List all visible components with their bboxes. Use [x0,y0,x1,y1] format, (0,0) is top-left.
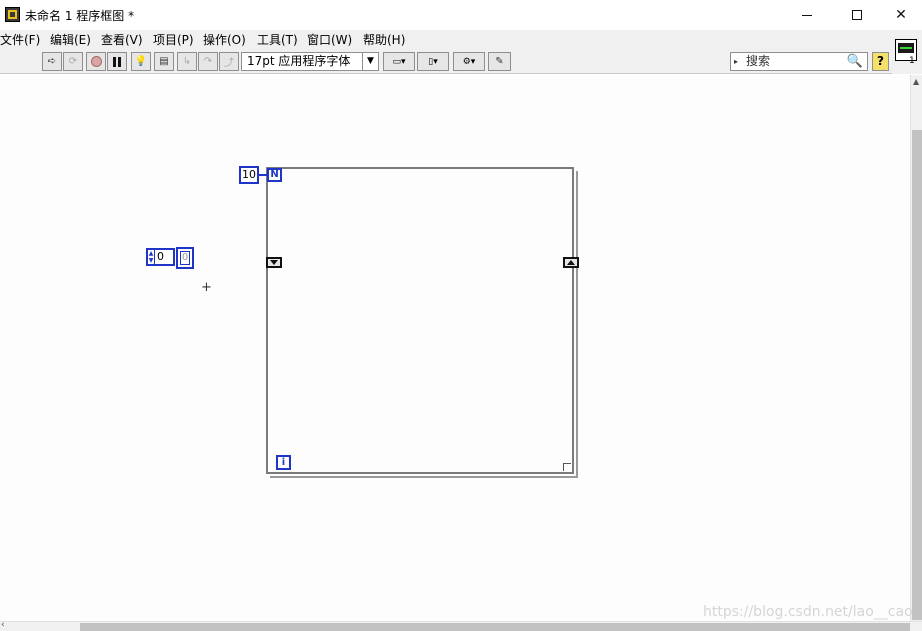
distribute-objects-button[interactable]: ▯▾ [417,52,449,71]
step-out-button[interactable]: ⤴ [219,52,239,71]
crosshair-cursor-icon: + [201,280,212,295]
context-help-button[interactable]: ? [872,52,889,71]
run-continuously-button[interactable]: ⟳ [63,52,83,71]
font-select[interactable]: 17pt 应用程序字体 ▼ [241,52,379,71]
distribute-icon: ▯▾ [428,56,438,67]
search-icon[interactable]: 🔍 [847,53,863,70]
menu-view[interactable]: 查看(V) [101,31,143,48]
stop-icon [90,56,102,67]
step-into-button[interactable]: ↳ [177,52,197,71]
vi-icon-panel: 1 [892,30,922,74]
menu-operate[interactable]: 操作(O) [203,31,246,48]
search-input[interactable]: ▸ 搜索 🔍 [730,52,868,71]
shift-register-up-arrow-icon [567,260,575,265]
align-icon: ▭▾ [392,56,406,67]
numeric-control-value: 0 [157,250,164,263]
numeric-indicator[interactable]: 0 [176,247,194,269]
pause-icon [113,56,121,67]
shift-register-right[interactable] [563,257,579,268]
run-arrow-icon: ➪ [47,56,57,67]
probe-icon: ▤ [159,56,169,67]
run-continuously-icon: ⟳ [68,56,78,67]
reorder-button[interactable]: ⚙▾ [453,52,485,71]
count-wire[interactable] [259,174,267,176]
numeric-control[interactable]: ▲ ▼ 0 [146,248,175,266]
run-button[interactable]: ➪ [42,52,62,71]
shift-register-down-arrow-icon [270,260,278,265]
abort-button[interactable] [86,52,106,71]
iteration-terminal[interactable]: i [276,455,291,470]
align-objects-button[interactable]: ▭▾ [383,52,415,71]
watermark-text: https://blog.csdn.net/lao__cao [703,604,913,620]
font-select-value: 17pt 应用程序字体 [247,54,351,68]
clean-up-diagram-button[interactable]: ✎ [488,52,511,71]
scroll-up-icon[interactable]: ▲ [913,77,919,86]
menu-help[interactable]: 帮助(H) [363,31,405,48]
count-terminal[interactable]: N [267,168,282,182]
menu-bar: 文件(F) 编辑(E) 查看(V) 项目(P) 操作(O) 工具(T) 窗口(W… [0,30,892,48]
close-icon: ✕ [895,7,907,23]
scroll-left-icon[interactable]: ‹ [1,620,5,630]
lightbulb-icon: 💡 [134,56,148,67]
toolbar: ➪ ⟳ 💡 ▤ ↳ ↷ ⤴ 17pt 应用程序字体 ▼ ▭▾ ▯▾ ⚙▾ ✎ ▸… [0,48,892,74]
horizontal-scrollbar[interactable]: ‹ [0,620,922,631]
close-button[interactable]: ✕ [878,0,922,30]
search-scope-icon[interactable]: ▸ [734,53,738,70]
waveform-icon [898,43,914,53]
labview-app-icon[interactable] [5,7,20,22]
numeric-indicator-value: 0 [180,251,190,265]
window-title: 未命名 1 程序框图 * [25,9,135,23]
menu-project[interactable]: 项目(P) [153,31,194,48]
shift-register-left[interactable] [266,257,282,268]
highlight-execution-button[interactable]: 💡 [131,52,151,71]
loop-count-constant[interactable]: 10 [239,166,259,184]
maximize-icon [852,10,862,20]
vertical-scrollbar[interactable]: ▲ [910,75,922,621]
vertical-scroll-thumb[interactable] [912,130,922,620]
pause-button[interactable] [107,52,127,71]
search-placeholder: 搜索 [746,54,771,68]
connector-count: 1 [909,56,915,66]
menu-tools[interactable]: 工具(T) [257,31,298,48]
step-over-button[interactable]: ↷ [198,52,218,71]
retain-wire-values-button[interactable]: ▤ [154,52,174,71]
minimize-icon [802,14,812,16]
maximize-button[interactable] [834,0,880,30]
horizontal-scroll-thumb[interactable] [80,623,910,631]
minimize-button[interactable] [784,0,830,30]
clean-up-icon: ✎ [495,56,504,67]
menu-window[interactable]: 窗口(W) [307,31,352,48]
step-out-icon: ⤴ [224,58,234,69]
title-bar: 未命名 1 程序框图 * ✕ [0,0,922,30]
menu-edit[interactable]: 编辑(E) [50,31,91,48]
menu-file[interactable]: 文件(F) [0,31,40,48]
reorder-icon: ⚙▾ [462,56,476,67]
chevron-down-icon[interactable]: ▼ [362,53,378,70]
step-into-icon: ↳ [182,56,192,67]
resize-handle[interactable] [563,463,571,471]
step-over-icon: ↷ [203,56,213,67]
increment-decrement-icon[interactable]: ▲ ▼ [148,250,155,264]
for-loop-structure[interactable] [266,167,578,478]
